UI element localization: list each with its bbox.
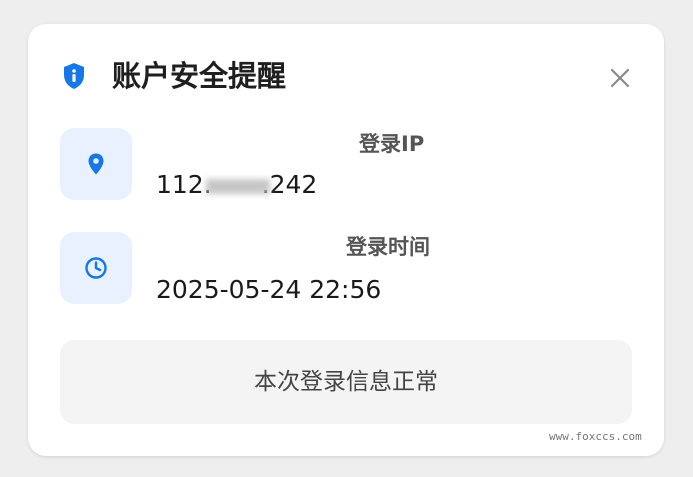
ip-icon-box bbox=[60, 128, 132, 200]
ip-suffix: .242 bbox=[261, 170, 318, 199]
time-icon-box bbox=[60, 232, 132, 304]
login-ip-label: 登录IP bbox=[359, 132, 425, 156]
ip-redaction bbox=[205, 178, 270, 194]
login-time-value: 2025-05-24 22:56 bbox=[156, 275, 382, 304]
login-ip-value: 112. .242 bbox=[156, 170, 317, 199]
ip-prefix: 112. bbox=[156, 170, 212, 199]
dialog-title: 账户安全提醒 bbox=[112, 59, 287, 93]
status-banner: 本次登录信息正常 bbox=[60, 340, 632, 424]
shield-info-icon bbox=[62, 62, 86, 90]
clock-icon bbox=[85, 257, 107, 279]
dialog-header: 账户安全提醒 bbox=[62, 56, 642, 96]
close-icon[interactable] bbox=[608, 66, 632, 90]
location-pin-icon bbox=[88, 153, 104, 175]
watermark-text: www.foxccs.com bbox=[549, 430, 642, 443]
security-alert-dialog: 账户安全提醒 登录IP 112. .242 登录时间 2025-05-24 22:… bbox=[28, 24, 664, 456]
login-time-label: 登录时间 bbox=[346, 235, 430, 259]
